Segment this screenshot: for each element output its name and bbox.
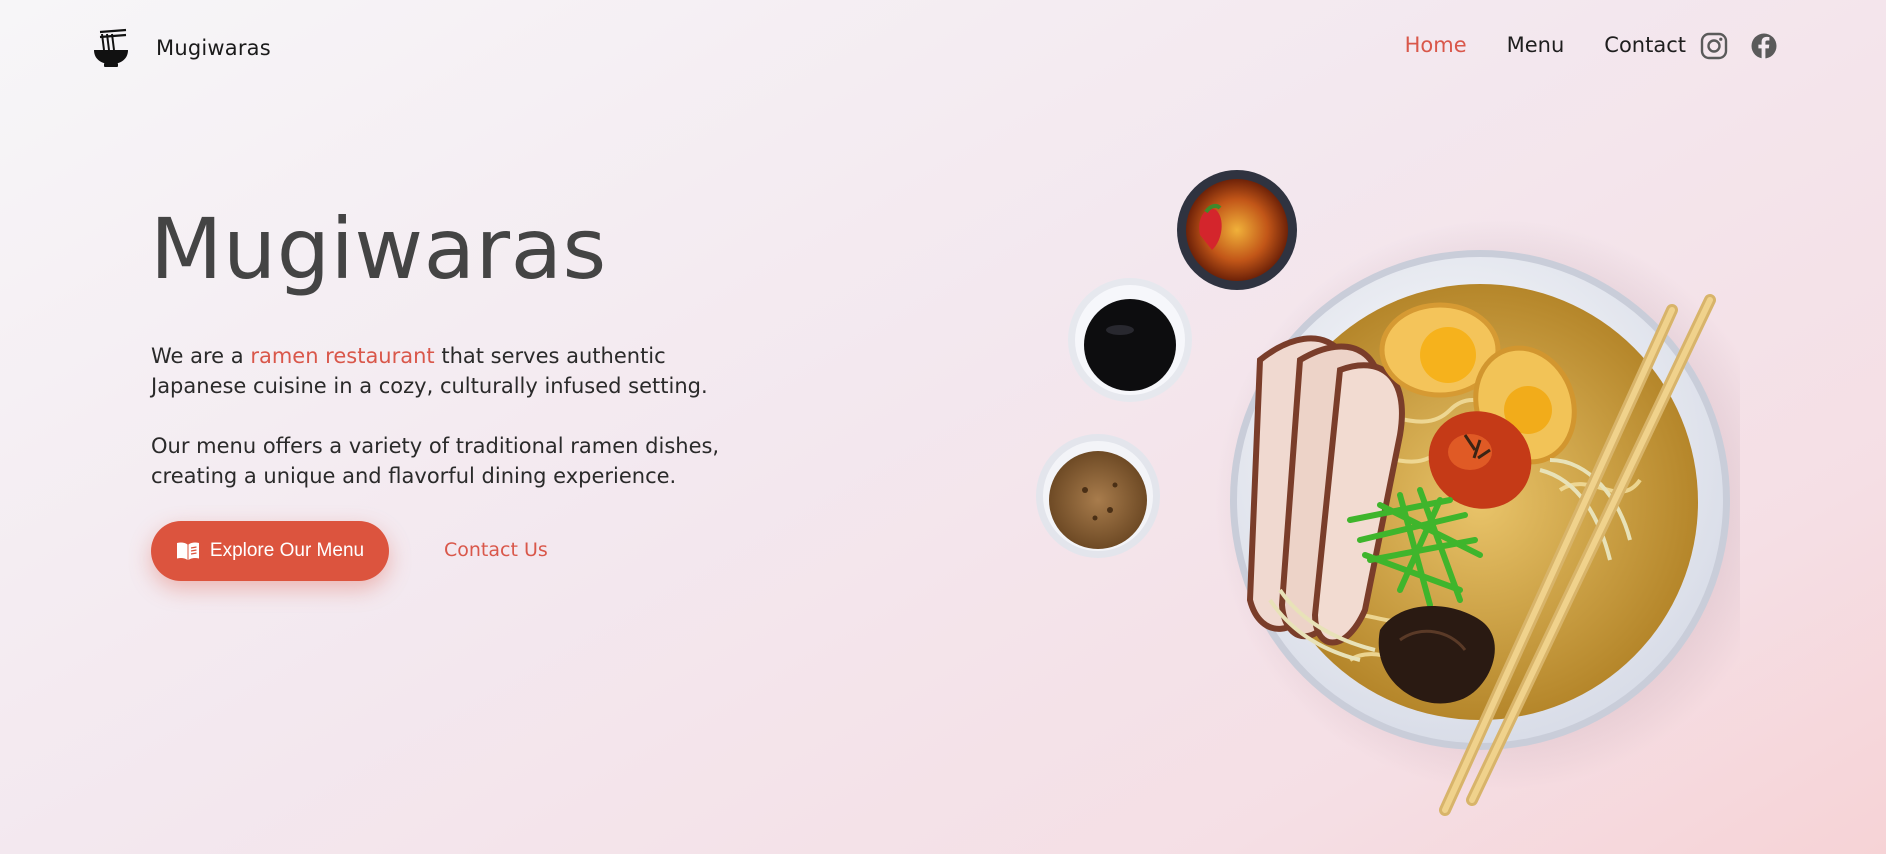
navbar: Mugiwaras Home Menu Contact xyxy=(0,0,1886,94)
brand-name: Mugiwaras xyxy=(156,36,271,60)
hero-title: Mugiwaras xyxy=(150,200,607,298)
intro-highlight: ramen restaurant xyxy=(250,344,435,368)
ramen-bowl-logo-icon xyxy=(94,28,128,67)
nav-link-menu[interactable]: Menu xyxy=(1507,33,1565,57)
facebook-icon[interactable] xyxy=(1750,32,1778,60)
hero-intro-paragraph: We are a ramen restaurant that serves au… xyxy=(151,341,751,401)
brand[interactable]: Mugiwaras xyxy=(92,28,271,68)
nav-link-contact[interactable]: Contact xyxy=(1604,33,1686,57)
explore-menu-button[interactable]: Explore Our Menu xyxy=(151,521,389,581)
intro-text-start: We are a xyxy=(151,344,251,368)
explore-menu-label: Explore Our Menu xyxy=(209,540,365,561)
nav-links: Home Menu Contact xyxy=(1365,33,1686,57)
contact-us-link[interactable]: Contact Us xyxy=(444,539,548,561)
nav-link-home[interactable]: Home xyxy=(1405,33,1467,57)
hero-menu-paragraph: Our menu offers a variety of traditional… xyxy=(151,434,720,488)
ramen-bowl-image xyxy=(1036,170,1740,816)
instagram-icon[interactable] xyxy=(1700,32,1728,60)
open-book-icon xyxy=(176,542,199,560)
